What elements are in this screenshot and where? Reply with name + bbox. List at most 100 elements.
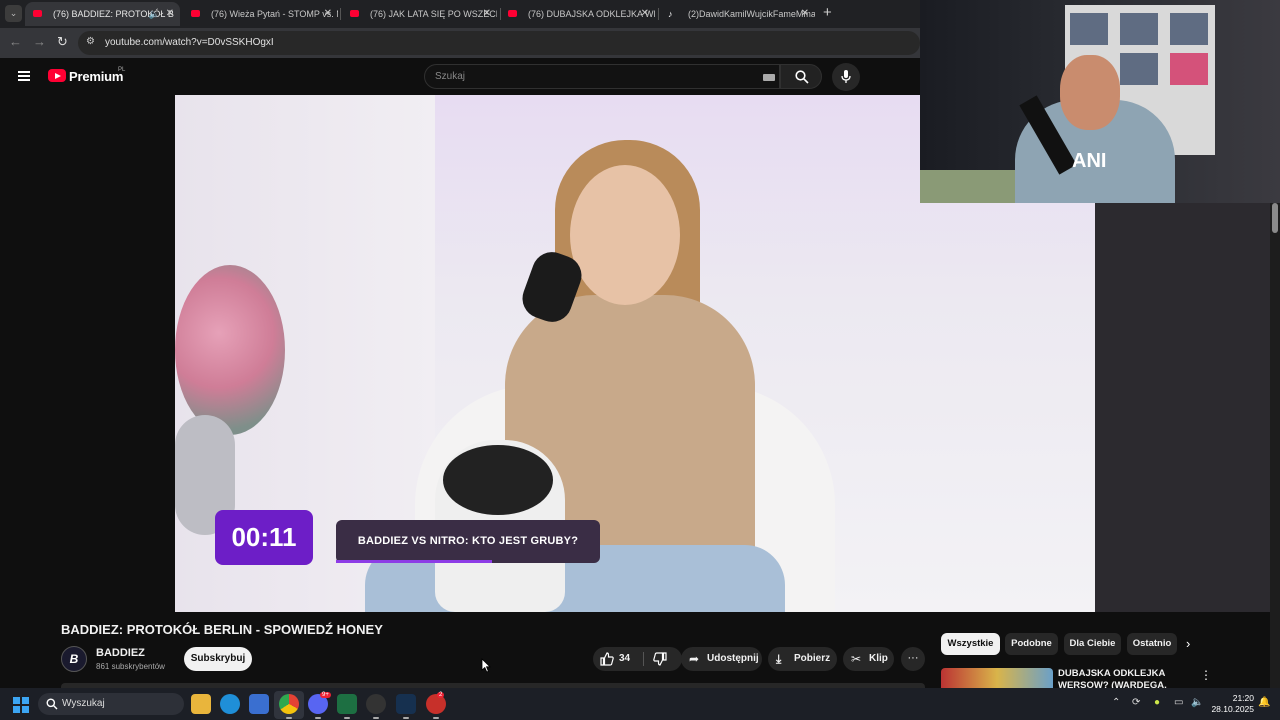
- thumbs-down-icon: [653, 652, 667, 666]
- chip-recent[interactable]: Ostatnio: [1127, 633, 1177, 655]
- recommended-video-title[interactable]: DUBAJSKA ODKLEJKA WERSOW? (WARDEGA, NITR…: [1058, 668, 1188, 688]
- browser-tab-strip: ⌄ (76) BADDIEZ: PROTOKÓŁ B 🔈 ✕ (76) Wież…: [0, 0, 920, 28]
- speaker-icon[interactable]: 🔈: [149, 2, 160, 26]
- taskbar-clock[interactable]: 21:20 28.10.2025: [1210, 693, 1254, 715]
- tab-baddiez[interactable]: (76) BADDIEZ: PROTOKÓŁ B 🔈 ✕: [25, 2, 180, 26]
- person-head: [570, 165, 680, 305]
- tiktok-icon: ♪: [668, 9, 673, 19]
- search-input[interactable]: Szukaj: [424, 64, 780, 89]
- running-indicator: [344, 717, 350, 719]
- youtube-logo-icon[interactable]: [48, 69, 66, 82]
- url-text[interactable]: youtube.com/watch?v=D0vSSKHOgxI: [105, 37, 274, 48]
- tab-label: (2)DawidKamilWujcikFameMma: [688, 9, 815, 19]
- more-vertical-icon[interactable]: ⋮: [1200, 668, 1212, 682]
- youtube-premium-logo[interactable]: Premium: [69, 69, 123, 84]
- chrome-icon[interactable]: [279, 694, 299, 714]
- running-indicator: [315, 717, 321, 719]
- chip-for-you[interactable]: Dla Ciebie: [1064, 633, 1121, 655]
- close-icon[interactable]: ✕: [641, 2, 649, 26]
- tab-wieza-pytan[interactable]: (76) Wieża Pytań - STOMP vs. M ✕: [183, 2, 338, 26]
- taskbar-search-placeholder: Wyszukaj: [62, 698, 105, 709]
- region-label: PL: [118, 67, 126, 73]
- close-icon[interactable]: ✕: [166, 2, 174, 26]
- shelf-cell: [1070, 13, 1108, 45]
- tab-tiktok[interactable]: ♪ (2)DawidKamilWujcikFameMma ✕: [660, 2, 815, 26]
- running-indicator: [286, 717, 292, 719]
- tab-separator: [658, 8, 659, 20]
- steam-icon[interactable]: [396, 694, 416, 714]
- excel-icon[interactable]: [337, 694, 357, 714]
- running-indicator: [373, 717, 379, 719]
- windows-start-icon[interactable]: [13, 697, 29, 713]
- search-button[interactable]: [780, 64, 822, 89]
- shelf-cell: [1120, 53, 1158, 85]
- scrollbar[interactable]: [1270, 203, 1280, 688]
- more-actions-button[interactable]: ···: [901, 647, 925, 671]
- network-icon[interactable]: ▭: [1174, 697, 1183, 708]
- back-arrow-icon[interactable]: ←: [9, 34, 22, 49]
- search-placeholder: Szukaj: [435, 71, 466, 82]
- taskbar-search-input[interactable]: [38, 693, 184, 715]
- microphone-icon: [841, 70, 851, 83]
- close-icon[interactable]: ✕: [324, 2, 332, 26]
- desk-image: [920, 170, 1030, 203]
- search-icon: [795, 70, 809, 84]
- voice-search-button[interactable]: [832, 63, 860, 91]
- volume-icon[interactable]: 🔈: [1191, 697, 1203, 708]
- like-dislike-group: 34: [593, 647, 682, 671]
- sync-icon[interactable]: ⟳: [1132, 697, 1140, 708]
- search-icon: [46, 698, 58, 710]
- obs-icon[interactable]: [366, 694, 386, 714]
- youtube-header: Premium PL Szukaj: [0, 58, 920, 95]
- download-label: Pobierz: [794, 653, 831, 664]
- subscribe-button[interactable]: Subskrybuj: [184, 647, 252, 671]
- notification-bell-icon[interactable]: 🔔: [1258, 697, 1270, 708]
- flowers-image: [175, 265, 285, 435]
- countdown-timer: 00:11: [215, 510, 313, 565]
- clock-time: 21:20: [1232, 693, 1254, 703]
- like-button[interactable]: 34: [593, 647, 643, 671]
- share-button[interactable]: ➦ Udostępnij: [681, 647, 762, 671]
- shelf-cell: [1170, 13, 1208, 45]
- webcam-overlay: ANI: [920, 0, 1280, 203]
- hamburger-menu-icon[interactable]: [18, 71, 30, 81]
- tab-dubajska[interactable]: (76) DUBAJSKA ODKLEJKA WEF ✕: [500, 2, 655, 26]
- youtube-icon: [33, 10, 42, 17]
- site-info-icon[interactable]: ⚙: [86, 36, 95, 47]
- thumbs-up-icon: [600, 652, 614, 666]
- clip-button[interactable]: ✂ Klip: [843, 647, 894, 671]
- subscriber-count: 861 subskrybentów: [96, 662, 165, 671]
- nvidia-icon[interactable]: ●: [1154, 697, 1160, 708]
- tab-jak-lata[interactable]: (76) JAK LATA SIĘ PO WSZECH ✕: [342, 2, 497, 26]
- dislike-button[interactable]: [645, 647, 682, 671]
- clock-date: 28.10.2025: [1211, 704, 1254, 714]
- store-icon[interactable]: [249, 694, 269, 714]
- recommended-video-thumbnail[interactable]: [941, 668, 1053, 688]
- chevron-up-icon[interactable]: ⌃: [1112, 697, 1120, 708]
- scrollbar-thumb[interactable]: [1272, 203, 1278, 233]
- video-title: BADDIEZ: PROTOKÓŁ BERLIN - SPOWIEDŹ HONE…: [61, 622, 383, 637]
- close-icon[interactable]: ✕: [483, 2, 491, 26]
- chip-all[interactable]: Wszystkie: [941, 633, 1000, 655]
- download-button[interactable]: ⤓ Pobierz: [768, 647, 837, 671]
- new-tab-button[interactable]: +: [823, 4, 832, 21]
- channel-name[interactable]: BADDIEZ: [96, 647, 145, 659]
- file-explorer-icon[interactable]: [191, 694, 211, 714]
- tab-separator: [340, 8, 341, 20]
- shelf-cell: [1120, 13, 1158, 45]
- question-progress-bar: [336, 560, 492, 563]
- clip-label: Klip: [869, 653, 888, 664]
- close-icon[interactable]: ✕: [801, 2, 809, 26]
- reload-icon[interactable]: ↻: [57, 34, 68, 50]
- tab-search-chevron-icon[interactable]: ⌄: [5, 5, 22, 22]
- edge-icon[interactable]: [220, 694, 240, 714]
- chip-similar[interactable]: Podobne: [1005, 633, 1058, 655]
- question-banner: BADDIEZ VS NITRO: KTO JEST GRUBY?: [336, 520, 600, 563]
- keyboard-icon[interactable]: [763, 74, 775, 81]
- share-label: Udostępnij: [707, 653, 759, 664]
- youtube-icon: [508, 10, 517, 17]
- forward-arrow-icon[interactable]: →: [33, 34, 46, 49]
- channel-avatar[interactable]: B: [61, 646, 87, 672]
- chevron-right-icon[interactable]: ›: [1186, 636, 1190, 651]
- running-indicator: [433, 717, 439, 719]
